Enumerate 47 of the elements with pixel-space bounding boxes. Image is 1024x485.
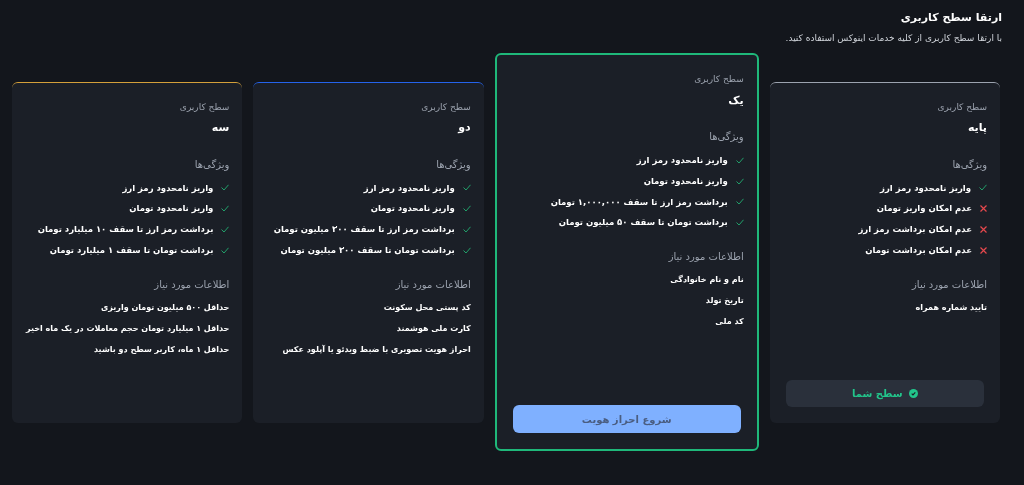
level-name: یک: [727, 92, 744, 109]
feature-text: عدم امکان برداشت تومان: [865, 243, 972, 257]
start-verification-button[interactable]: شروع احراز هویت: [512, 405, 741, 433]
requirement-text: تایید شماره همراه: [914, 301, 987, 314]
feature-text: واریز نامحدود تومان: [370, 202, 455, 215]
feature-text: برداشت تومان تا سقف ۱ میلیارد تومان: [49, 243, 214, 257]
feature-text: عدم امکان واریز تومان: [876, 202, 972, 215]
requirements-heading: اطلاعات مورد نیاز: [152, 277, 230, 292]
requirement-text: احراز هویت تصویری با ضبط ویدئو یا آپلود عکس: [281, 343, 471, 356]
requirement-text: کد ملی: [714, 316, 744, 328]
requirement-text: کد پستی محل سکونت: [382, 301, 471, 314]
page-title: ارتقا سطح کاربری: [899, 10, 1002, 26]
feature-text: واریز نامحدود رمز ارز: [363, 181, 455, 195]
page-subtitle: با ارتقا سطح کاربری از کلیه خدمات اینوکس استفاده کنید.: [784, 31, 1002, 45]
level-caption: سطح کاربری: [693, 73, 744, 86]
feature-text: عدم امکان برداشت رمز ارز: [858, 223, 972, 236]
level-caption: سطح کاربری: [178, 100, 230, 114]
level-name: دو: [456, 120, 471, 136]
requirement-text: حداقل ۱ میلیارد تومان حجم معاملات در یک ماه اخیر: [25, 322, 230, 335]
feature-text: واریز نامحدود رمز ارز: [122, 181, 214, 195]
requirements-heading: اطلاعات مورد نیاز: [667, 250, 744, 264]
level-caption: سطح کاربری: [420, 100, 471, 114]
features-heading: ویژگی‌ها: [193, 157, 230, 172]
level-name: پایه: [966, 120, 987, 136]
feature-text: برداشت رمز ارز تا سقف ۱,۰۰۰,۰۰۰ تومان: [550, 195, 728, 209]
level-name: سه: [210, 120, 230, 136]
feature-text: واریز نامحدود رمز ارز: [880, 181, 971, 195]
feature-text: واریز نامحدود رمز ارز: [636, 154, 728, 167]
feature-text: برداشت رمز ارز تا سقف ۳۰۰ میلیون تومان: [273, 223, 455, 236]
requirement-text: کارت ملی هوشمند: [395, 322, 471, 335]
level-caption: سطح کاربری: [936, 100, 987, 114]
feature-text: واریز نامحدود تومان: [129, 202, 214, 215]
features-heading: ویژگی‌ها: [708, 130, 744, 144]
feature-text: برداشت رمز ارز تا سقف ۱۰ میلیارد تومان: [37, 223, 214, 236]
feature-text: واریز نامحدود تومان: [643, 174, 728, 188]
requirements-heading: اطلاعات مورد نیاز: [910, 277, 987, 292]
feature-text: برداشت تومان تا سقف ۳۰۰ میلیون تومان: [280, 243, 455, 257]
requirements-heading: اطلاعات مورد نیاز: [394, 277, 471, 292]
check-circle-icon: [908, 388, 918, 398]
features-heading: ویژگی‌ها: [951, 157, 987, 172]
current-level-badge: سطح شما: [785, 379, 984, 407]
features-heading: ویژگی‌ها: [435, 157, 471, 172]
requirement-text: نام و نام خانوادگی: [669, 274, 744, 286]
feature-text: برداشت تومان تا سقف ۵۰ میلیون تومان: [558, 216, 728, 229]
requirement-text: حداقل ۱ ماه، کاربر سطح دو باشید: [93, 343, 230, 356]
requirement-text: تاریخ تولد: [704, 295, 744, 307]
requirement-text: حداقل ۵۰۰ میلیون تومان واریزی: [100, 301, 230, 314]
